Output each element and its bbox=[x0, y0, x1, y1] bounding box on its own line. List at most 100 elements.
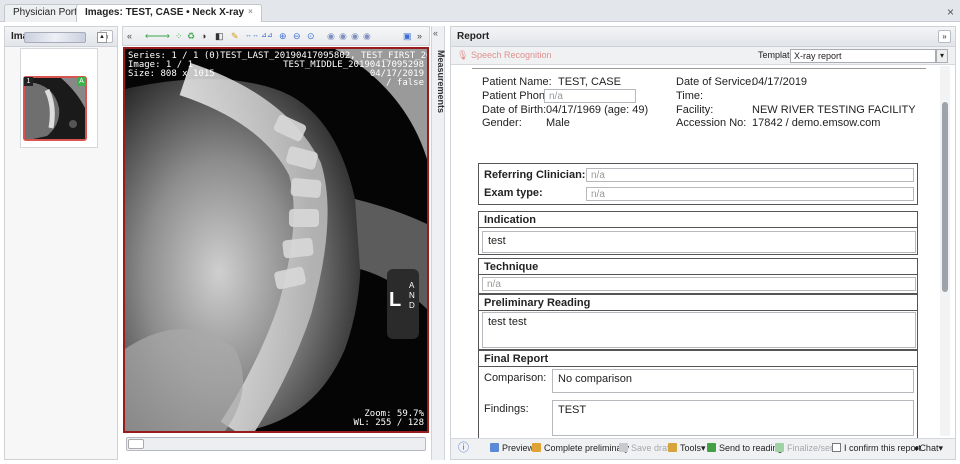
save-draft-button[interactable]: Save draft bbox=[619, 442, 672, 455]
findings-textarea[interactable]: TEST bbox=[552, 400, 914, 436]
complete-preliminary-label: Complete preliminary bbox=[544, 443, 630, 453]
confirm-checkbox-row[interactable]: I confirm this report bbox=[832, 442, 921, 455]
report-panel-title: Report bbox=[457, 31, 490, 42]
zoom-in-icon[interactable]: ⊕ bbox=[279, 30, 287, 42]
referring-clinician-input[interactable]: n/a bbox=[586, 168, 914, 182]
thumbnail-number-badge: 1 bbox=[24, 77, 33, 86]
annotate-icon[interactable]: ✎ bbox=[231, 30, 239, 42]
preview-icon bbox=[490, 443, 499, 452]
chat-label: Chat bbox=[919, 443, 939, 453]
fullscreen-icon[interactable]: ▣ bbox=[403, 30, 412, 42]
divider bbox=[478, 274, 918, 275]
send-to-reading-button[interactable]: Send to reading bbox=[707, 442, 783, 455]
play-last-icon[interactable]: ◉ bbox=[363, 30, 371, 42]
preliminary-reading-text: test test bbox=[488, 316, 527, 328]
confirm-checkbox[interactable] bbox=[832, 443, 841, 452]
confirm-label: I confirm this report bbox=[844, 443, 922, 453]
arrow-left-icon[interactable]: ⟵ bbox=[145, 30, 158, 42]
exam-type-label: Exam type: bbox=[484, 187, 543, 199]
patient-name-label: Patient Name: bbox=[482, 76, 552, 88]
divider bbox=[478, 310, 918, 311]
zoom-menu-icon[interactable]: ⊙ bbox=[307, 30, 315, 42]
divider bbox=[478, 227, 918, 228]
viewer-overlay-bottom-right: Zoom: 59.7% WL: 255 / 128 bbox=[353, 409, 424, 428]
template-select[interactable]: X-ray report bbox=[790, 49, 936, 63]
preliminary-reading-textarea[interactable]: test test bbox=[482, 312, 916, 348]
speech-recognition-label: Speech Recognition bbox=[470, 50, 552, 60]
chat-button[interactable]: ●Chat▾ bbox=[914, 442, 943, 455]
dob-value: 04/17/1969 (age: 49) bbox=[546, 104, 649, 116]
comparison-label: Comparison: bbox=[484, 372, 547, 384]
sync-icon[interactable]: ♻ bbox=[187, 30, 195, 42]
collapse-right-icon[interactable]: » bbox=[938, 30, 951, 43]
image-viewport[interactable]: Series: 1 / 1 (0)TEST_LAST_2019041709580… bbox=[123, 47, 429, 433]
scrollbar-thumb[interactable] bbox=[942, 102, 948, 292]
technique-input[interactable]: n/a bbox=[482, 277, 916, 291]
invert-icon[interactable]: ◧ bbox=[215, 30, 224, 42]
collapse-left-icon[interactable]: « bbox=[127, 30, 132, 42]
patient-phone-input[interactable]: n/a bbox=[544, 89, 636, 103]
referring-clinician-label: Referring Clinician: bbox=[484, 169, 586, 181]
thumbnail-flag-badge: A bbox=[77, 77, 86, 86]
thumbnail-xray-graphic bbox=[25, 78, 85, 139]
findings-label: Findings: bbox=[484, 403, 529, 415]
exam-type-input[interactable]: n/a bbox=[586, 187, 914, 201]
indication-label: Indication bbox=[484, 214, 536, 226]
facility-label: Facility: bbox=[676, 104, 714, 116]
accession-label: Accession No: bbox=[676, 117, 747, 129]
scrollbar-thumb[interactable] bbox=[128, 439, 144, 449]
facility-value: NEW RIVER TESTING FACILITY bbox=[752, 104, 916, 116]
tools-label: Tools bbox=[680, 443, 702, 453]
tools-button[interactable]: Tools▾ bbox=[668, 442, 706, 455]
date-of-service-label: Date of Service: bbox=[676, 76, 755, 88]
indication-textarea[interactable]: test bbox=[482, 231, 916, 253]
more-icon[interactable]: » bbox=[417, 30, 422, 42]
send-to-reading-label: Send to reading bbox=[719, 443, 783, 453]
divider bbox=[472, 68, 926, 69]
viewer-scrollbar[interactable] bbox=[126, 437, 426, 451]
referring-clinician-placeholder: n/a bbox=[591, 170, 605, 181]
tab-close-icon[interactable]: × bbox=[248, 7, 253, 16]
close-icon[interactable]: × bbox=[947, 5, 954, 19]
measurements-panel-collapsed[interactable]: « Measurements bbox=[431, 26, 446, 460]
exam-type-placeholder: n/a bbox=[591, 189, 605, 200]
grid-layout-icon[interactable]: ⁘ bbox=[175, 30, 183, 42]
chevron-up-icon[interactable]: ▲ bbox=[97, 32, 107, 43]
dob-label: Date of Birth: bbox=[482, 104, 547, 116]
measure-angle-icon[interactable]: ⊿⊿ bbox=[261, 30, 273, 42]
viewer-toolbar: « ⟵ ⟶ ⁘ ♻ ◑ ◧ ✎ ↔↔ ⊿⊿ ⊕ ⊖ ⊙ ◉ ◉ ◉ ◉ ▣ » bbox=[122, 26, 430, 46]
viewer-overlay-top-right: TEST_MIDDLE_20190417095298 04/17/2019 / … bbox=[283, 60, 424, 88]
speech-recognition-button[interactable]: 🎙︎ Speech Recognition bbox=[457, 50, 552, 61]
marker-text: AND bbox=[409, 281, 415, 310]
zoom-out-icon[interactable]: ⊖ bbox=[293, 30, 301, 42]
tab-images[interactable]: Images: TEST, CASE • Neck X-ray × bbox=[76, 4, 262, 22]
info-icon[interactable]: ⓘ bbox=[458, 442, 469, 455]
technique-label: Technique bbox=[484, 261, 539, 273]
divider bbox=[478, 366, 918, 367]
play-prev-icon[interactable]: ◉ bbox=[339, 30, 347, 42]
wrench-icon bbox=[668, 443, 677, 452]
chevron-down-icon[interactable]: ▾ bbox=[936, 49, 948, 63]
collapse-left-icon[interactable]: « bbox=[433, 28, 438, 38]
send-icon bbox=[707, 443, 716, 452]
complete-preliminary-button[interactable]: Complete preliminary bbox=[532, 442, 629, 455]
accession-value: 17842 / demo.emsow.com bbox=[752, 117, 881, 129]
contrast-icon[interactable]: ◑ bbox=[201, 30, 206, 42]
finalize-send-button[interactable]: Finalize/send bbox=[775, 442, 840, 455]
measure-mm-icon[interactable]: ↔↔ bbox=[245, 30, 259, 42]
series-select[interactable] bbox=[24, 32, 86, 43]
play-first-icon[interactable]: ◉ bbox=[327, 30, 335, 42]
play-next-icon[interactable]: ◉ bbox=[351, 30, 359, 42]
time-label: Time: bbox=[676, 90, 704, 102]
comparison-textarea[interactable]: No comparison bbox=[552, 369, 914, 393]
date-of-service-value: 04/17/2019 bbox=[752, 76, 808, 88]
xray-image bbox=[125, 49, 427, 431]
comparison-text: No comparison bbox=[558, 373, 632, 385]
measurements-label: Measurements bbox=[436, 50, 446, 114]
arrow-right-icon[interactable]: ⟶ bbox=[157, 30, 170, 42]
tab-label: Images: TEST, CASE • Neck X-ray bbox=[85, 7, 245, 18]
finalize-icon bbox=[775, 443, 784, 452]
chevron-down-icon: ▾ bbox=[701, 443, 706, 453]
preview-button[interactable]: Preview bbox=[490, 442, 534, 455]
save-icon bbox=[619, 443, 628, 452]
